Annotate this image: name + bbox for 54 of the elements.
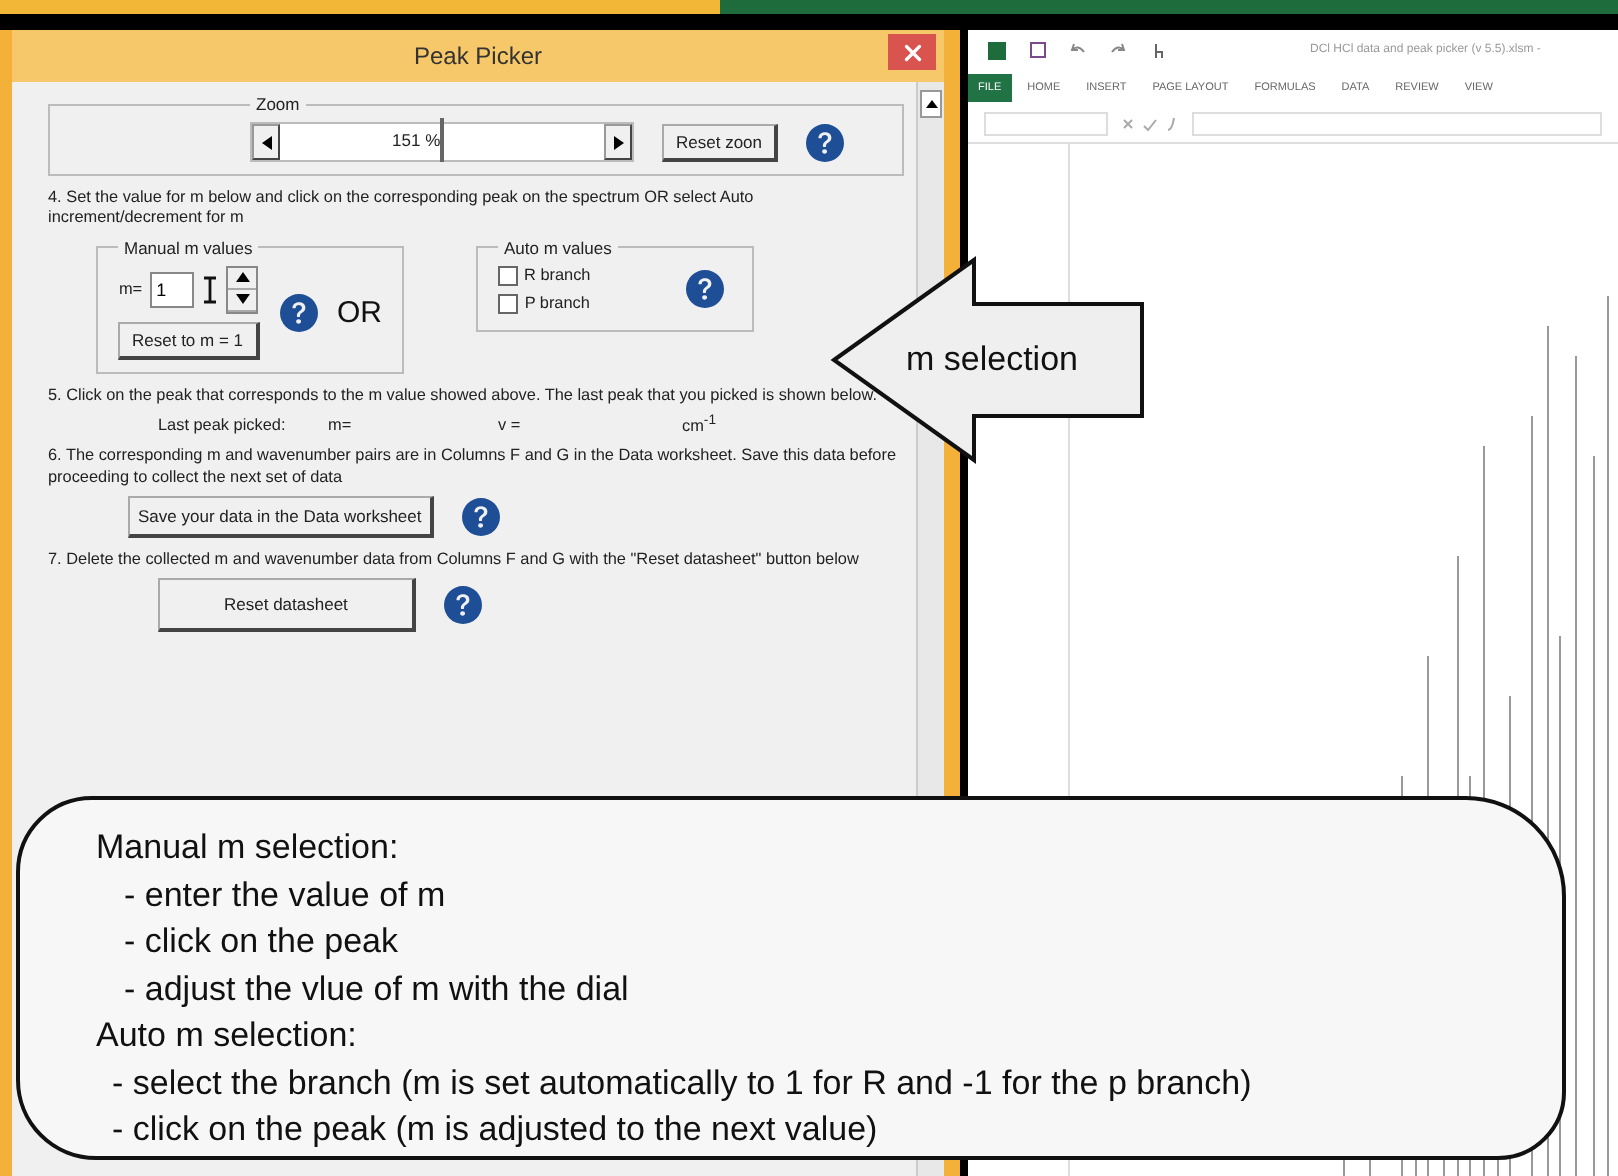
m-label: m=	[328, 415, 354, 434]
instruction-text: 5. Click on the peak that corresponds to the m value showed above. The last peak that you picked is shown below.	[48, 385, 879, 406]
scroll-left-button[interactable]	[252, 124, 280, 160]
note-text: - click on the peak (m is adjusted to the next value)	[110, 1108, 880, 1152]
note-text: - enter the value of m	[122, 873, 448, 917]
app-icon	[988, 41, 1006, 59]
last-peak-label: Last peak picked:	[158, 415, 288, 434]
m-label: m=	[118, 280, 143, 298]
note-text: - click on the peak	[122, 920, 401, 964]
branch-checkbox[interactable]: R branch	[498, 265, 591, 285]
wavenumber-label: v =	[498, 415, 523, 434]
m-input[interactable]: 1	[150, 271, 195, 307]
help-icon[interactable]	[279, 293, 318, 331]
up-arrow-icon	[235, 272, 250, 282]
note-text: Auto m selection:	[96, 1014, 359, 1058]
instruction-text: 7. Delete the collected m and wavenumber data from Columns F and G with the "Reset datasheet" button below	[48, 549, 861, 571]
scroll-up-button[interactable]	[920, 90, 942, 118]
zoom-scrollbar[interactable]: 151 %	[250, 122, 634, 162]
up-arrow-icon	[925, 100, 937, 108]
close-button[interactable]	[888, 34, 936, 70]
or-label: OR	[337, 295, 383, 329]
spin-up-button[interactable]	[228, 267, 257, 289]
undo-icon[interactable]	[1070, 42, 1086, 58]
save-data-button[interactable]: Save your data in the Data worksheet	[128, 495, 434, 538]
note-text: Manual m selection:	[96, 826, 401, 870]
unit-label: cm$^{-1}$	[682, 413, 716, 435]
note-text: - select the branch (m is set automatically to 1 for R and -1 for the p branch)	[110, 1061, 1254, 1105]
group-label: Zoom	[254, 94, 302, 114]
right-arrow-icon	[613, 135, 623, 149]
help-icon[interactable]	[443, 586, 482, 625]
group-label: Manual m values	[122, 237, 255, 257]
scroll-thumb[interactable]	[440, 118, 444, 162]
close-icon	[899, 39, 925, 65]
instruction-text: 4. Set the value for m below and click on the corresponding peak on the spectrum OR select Auto increment/decrement for m	[48, 188, 756, 229]
help-icon[interactable]	[461, 497, 500, 536]
down-arrow-icon	[235, 294, 250, 304]
reset-m-button[interactable]: Reset to m = 1	[118, 321, 260, 359]
note-text: - adjust the vlue of m with the dial	[122, 967, 631, 1011]
left-arrow-icon	[261, 135, 271, 149]
help-icon[interactable]	[806, 123, 844, 161]
branch-checkbox[interactable]: P branch	[498, 293, 590, 313]
reset-zoom-button[interactable]: Reset zoon	[662, 123, 778, 161]
callout-text: m selection	[906, 340, 1078, 380]
reset-datasheet-button[interactable]: Reset datasheet	[158, 578, 416, 633]
scroll-right-button[interactable]	[604, 124, 632, 160]
dialog-title: Peak Picker	[413, 42, 543, 70]
zoom-value: 151 %	[392, 130, 441, 150]
redo-icon[interactable]	[1110, 42, 1126, 58]
text-cursor-icon	[202, 275, 219, 303]
spin-down-button[interactable]	[228, 289, 257, 311]
group-label: Auto m values	[502, 237, 614, 257]
instruction-text: 6. The corresponding m and wavenumber pairs are in Columns F and G in the Data worksheet. Save this data before proceeding to collect the next set of data	[48, 446, 899, 488]
save-icon[interactable]	[1030, 42, 1046, 58]
help-icon[interactable]	[686, 270, 725, 308]
